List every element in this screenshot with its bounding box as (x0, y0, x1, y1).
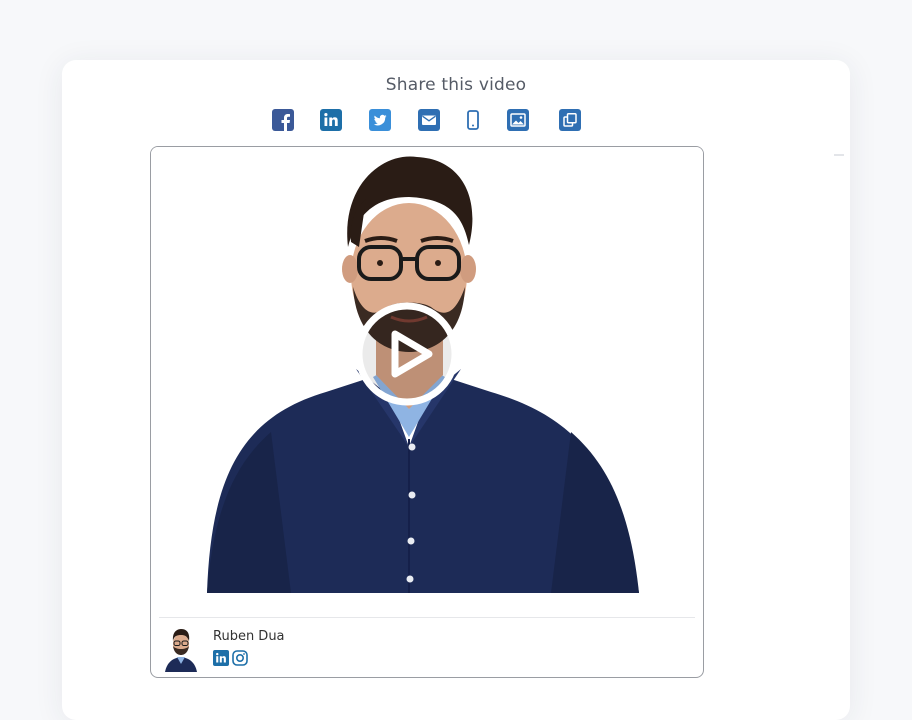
author-name: Ruben Dua (213, 629, 285, 644)
mobile-share-button[interactable] (461, 108, 485, 132)
facebook-icon (272, 109, 294, 131)
twitter-share-button[interactable] (368, 108, 392, 132)
email-icon (418, 109, 440, 131)
copy-icon (559, 109, 581, 131)
linkedin-icon (320, 109, 342, 131)
author-info: Ruben Dua (161, 621, 461, 675)
facebook-share-button[interactable] (271, 108, 295, 132)
copy-share-button[interactable] (558, 108, 582, 132)
share-buttons (62, 108, 850, 134)
linkedin-share-button[interactable] (319, 108, 343, 132)
author-linkedin-link[interactable] (213, 650, 229, 666)
instagram-icon (232, 650, 248, 666)
image-share-button[interactable] (506, 108, 530, 132)
twitter-icon (369, 109, 391, 131)
scroll-marker (834, 154, 844, 156)
video-frame[interactable] (151, 147, 703, 593)
avatar (161, 624, 201, 672)
share-title: Share this video (385, 75, 527, 95)
email-share-button[interactable] (417, 108, 441, 132)
video-player[interactable]: Ruben Dua (150, 146, 704, 678)
author-instagram-link[interactable] (232, 650, 248, 666)
linkedin-icon (213, 650, 229, 666)
share-card: Share this video Ruben Dua (62, 60, 850, 720)
player-divider (159, 617, 695, 618)
image-icon (507, 109, 529, 131)
play-icon[interactable] (355, 302, 459, 406)
mobile-icon (467, 110, 479, 130)
